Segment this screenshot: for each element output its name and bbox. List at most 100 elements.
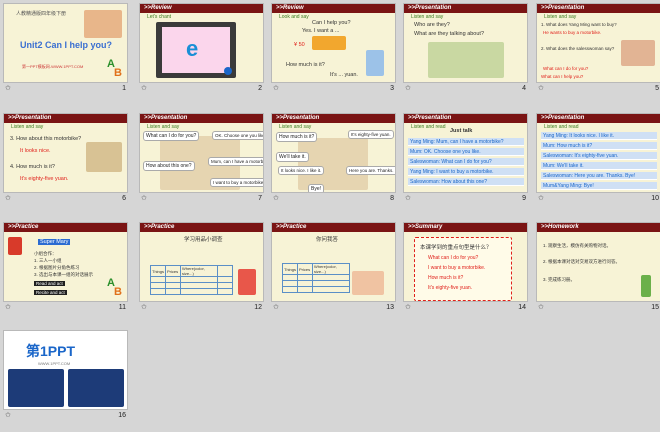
slide-thumb-13[interactable]: >>Practice 你问我答 Things Prices Where(color,… — [271, 222, 396, 314]
star-icon: ✩ — [141, 85, 147, 92]
homework-line: 1. 观察生活，模仿有关购物对话。 — [543, 243, 612, 248]
slide-number: 9 — [522, 195, 526, 202]
slide-thumb-12[interactable]: >>Practice 学习用品小调查 Things Prices Where(col… — [139, 222, 264, 314]
slide-frame: >>Presentation Listen and read Just talk… — [403, 113, 528, 193]
homework-line: 2. 根据本课对话对交易双方进行问答。 — [543, 259, 621, 264]
survey-table: Things Prices Where(color, size...) — [281, 263, 351, 293]
dialog-line: It's ... yuan. — [330, 72, 358, 78]
slide-number: 3 — [390, 85, 394, 92]
slide-number: 11 — [118, 304, 126, 311]
slide-thumb-14[interactable]: >>Summary 本课学到的重点句型是什么？ What can I do fo… — [403, 222, 528, 314]
slide-thumb-5[interactable]: >>Presentation Listen and say 1. What do… — [536, 3, 660, 95]
toy-train — [312, 36, 346, 50]
site-label: 第一PPT模板网-WWW.1PPT.COM — [22, 64, 84, 69]
answer-line: He wants to buy a motorbike. — [543, 30, 602, 35]
dialog-row: Yang Ming: I want to buy a motorbike. — [408, 168, 524, 176]
speech-bubble: It looks nice. I like it. — [278, 166, 325, 175]
slide-banner: >>Presentation — [537, 114, 660, 123]
star-icon: ✩ — [273, 304, 279, 311]
slide-subtitle: Listen and read — [544, 124, 579, 130]
play-icon[interactable] — [224, 67, 232, 75]
slide-thumb-7[interactable]: >>Presentation Listen and say What can I… — [139, 113, 264, 205]
link-panel-left — [8, 369, 64, 407]
answer-line: What can I help you? — [541, 74, 584, 79]
dialog-row: Mum: How much is it? — [541, 142, 657, 150]
dialog-line: Yes. I want a ... — [302, 28, 340, 34]
slide-banner: >>Presentation — [537, 4, 660, 13]
slide-banner: >>Presentation — [4, 114, 127, 123]
slide-thumb-2[interactable]: >>Review Let's chant e ✩ 2 — [139, 3, 264, 95]
book-label: 人教精通版四年级下册 — [16, 11, 67, 17]
slide-frame: >>Presentation Listen and say 1. What do… — [536, 3, 660, 83]
speech-bubble: How much is it? — [276, 132, 318, 142]
slide-subtitle: Look and say — [279, 14, 309, 20]
summary-sentence: It's eighty-five yuan. — [428, 285, 473, 291]
homework-line: 3. 完成练习册。 — [543, 277, 576, 282]
ppt-logo: 第1PPT — [26, 343, 76, 359]
survey-table: Things Prices Where(color, size...) — [149, 265, 234, 295]
slide-thumb-9[interactable]: >>Presentation Listen and read Just talk… — [403, 113, 528, 205]
summary-sentence: I want to buy a motorbike. — [428, 265, 486, 271]
slide-thumb-4[interactable]: >>Presentation Listen and say Who are th… — [403, 3, 528, 95]
slide-thumb-16[interactable]: 第1PPT WWW.1PPT.COM ✩ 16 — [3, 330, 128, 422]
star-icon: ✩ — [538, 304, 544, 311]
slide-number: 1 — [122, 85, 126, 92]
speech-bubble: I want to buy a motorbike. — [210, 178, 263, 187]
dialog-line: How much is it? — [286, 62, 325, 68]
slide-frame: >>Practice Super Mary 小组合作： 1. 三人一小组 2. … — [3, 222, 128, 302]
slide-subtitle: Listen and say — [11, 124, 44, 130]
slide-subtitle: Listen and say — [411, 14, 444, 20]
slide-banner: >>Review — [140, 4, 263, 13]
speech-bubble: Bye! — [308, 184, 325, 192]
abc-letters-icon: AB — [107, 277, 122, 298]
dialog-line: Can I help you? — [312, 20, 351, 26]
slide-thumb-6[interactable]: >>Presentation Listen and say 3. How abo… — [3, 113, 128, 205]
abc-letters-icon: AB — [107, 58, 122, 79]
slide-thumb-1[interactable]: 人教精通版四年级下册 Unit2 Can I help you? 第一PPT模板… — [3, 3, 128, 95]
slide-thumb-10[interactable]: >>Presentation Listen and read Yang Ming… — [536, 113, 660, 205]
slide-number: 12 — [254, 304, 262, 311]
question-line: 1. What does Yang Ming want to buy? — [541, 22, 617, 27]
level-button[interactable]: Recite and act — [34, 290, 67, 295]
question-line: 2. What does the salesswoman say? — [541, 46, 615, 51]
slide-thumb-8[interactable]: >>Presentation Listen and say How much i… — [271, 113, 396, 205]
speech-bubble: We'll take it. — [276, 152, 309, 162]
dialog-row: Saleswoman: What can I do for you? — [408, 158, 524, 166]
question-line: Who are they? — [414, 22, 450, 28]
slide-banner: >>Presentation — [272, 114, 395, 123]
star-icon: ✩ — [5, 304, 11, 311]
slide-frame: >>Presentation Listen and say How much i… — [271, 113, 396, 193]
star-icon: ✩ — [5, 412, 11, 419]
activity-title: 学习用品小调查 — [184, 237, 223, 243]
slide-banner: >>Presentation — [404, 4, 527, 13]
answer-line: What can I do for you? — [543, 66, 589, 71]
slide-banner: >>Presentation — [140, 114, 263, 123]
slide-banner: >>Presentation — [404, 114, 527, 123]
dialog-row: Mum&Yang Ming: Bye! — [541, 182, 657, 190]
slide-number: 7 — [258, 195, 262, 202]
task-line: 小组合作： — [34, 251, 57, 256]
slide-banner: >>Summary — [404, 223, 527, 232]
slide-frame: >>Practice 你问我答 Things Prices Where(color,… — [271, 222, 396, 302]
unit-title: Unit2 Can I help you? — [20, 40, 113, 50]
slide-subtitle: Listen and say — [147, 124, 180, 130]
speech-bubble: Mum, can I have a motorbike? — [208, 157, 263, 166]
dialog-row: Saleswoman: Here you are. Thanks. Bye! — [541, 172, 657, 180]
level-button[interactable]: Read and act — [34, 281, 65, 286]
slide-thumb-15[interactable]: >>Homework 1. 观察生活，模仿有关购物对话。 2. 根据本课对话对交… — [536, 222, 660, 314]
slide-number: 14 — [518, 304, 526, 311]
letter-e: e — [186, 36, 199, 61]
star-icon: ✩ — [273, 195, 279, 202]
dialog-row: Saleswoman: It's eighty-five yuan. — [541, 152, 657, 160]
dialog-row: Yang Ming: It looks nice. I like it. — [541, 132, 657, 140]
slide-thumb-3[interactable]: >>Review Look and say Can I help you? Ye… — [271, 3, 396, 95]
question-line: 3. How about this motorbike? — [10, 136, 82, 142]
link-panel-right — [68, 369, 124, 407]
slide-number: 5 — [655, 85, 659, 92]
chant-video[interactable]: e — [156, 22, 236, 78]
site-url: WWW.1PPT.COM — [38, 361, 71, 366]
slide-number: 16 — [118, 412, 126, 419]
slide-frame: >>Presentation Listen and say Who are th… — [403, 3, 528, 83]
slide-thumb-11[interactable]: >>Practice Super Mary 小组合作： 1. 三人一小组 2. … — [3, 222, 128, 314]
star-icon: ✩ — [5, 85, 11, 92]
